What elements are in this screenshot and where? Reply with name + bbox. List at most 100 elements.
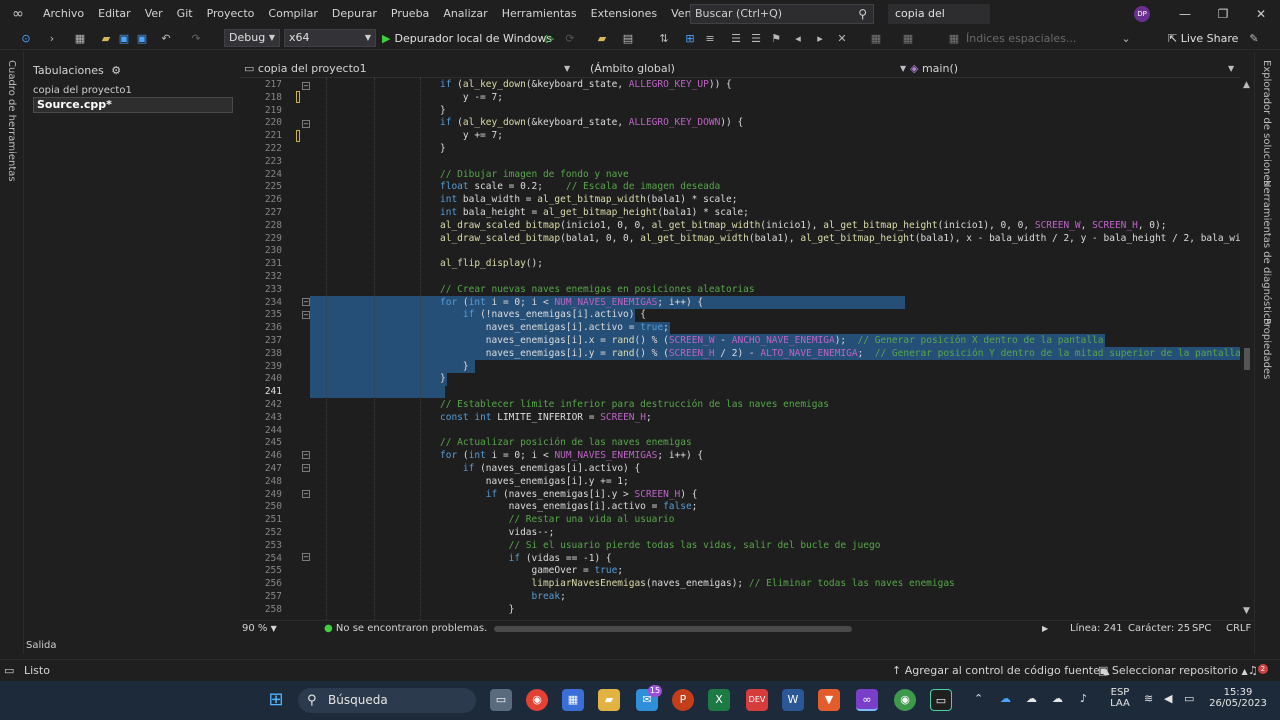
output-panel-tab[interactable]: Salida xyxy=(26,640,57,651)
project-dropdown[interactable]: ▭ copia del proyecto1 ▼ xyxy=(244,60,574,78)
menu-item[interactable]: Archivo xyxy=(36,0,91,28)
clear-bookmarks-icon[interactable]: ✕ xyxy=(834,31,850,47)
previous-bookmark-icon[interactable]: ◂ xyxy=(790,31,806,47)
code-line[interactable]: y -= 7; xyxy=(440,92,503,105)
code-line[interactable]: naves_enemigas[i].y = rand() % (SCREEN_H… xyxy=(440,348,1240,361)
windows-start-icon[interactable]: ⊞ xyxy=(265,689,287,711)
volume-icon[interactable]: ◀ xyxy=(1164,692,1172,705)
code-line[interactable]: } xyxy=(440,604,515,617)
menu-item[interactable]: Analizar xyxy=(436,0,494,28)
toolbox-tab[interactable]: Cuadro de herramientas xyxy=(6,60,17,182)
code-line[interactable]: naves_enemigas[i].x = rand() % (SCREEN_W… xyxy=(440,335,1104,348)
code-line[interactable]: } xyxy=(440,105,446,118)
forward-icon[interactable]: › xyxy=(44,31,60,47)
zoom-select[interactable]: 90 % ▼ xyxy=(242,621,277,637)
start-without-debugging-icon[interactable]: ▷ xyxy=(542,31,558,47)
wifi-icon[interactable]: ≋ xyxy=(1144,692,1153,705)
line-indicator[interactable]: Línea: 241 xyxy=(1070,621,1123,637)
code-line[interactable]: break; xyxy=(440,591,566,604)
comment-icon[interactable]: ≡ xyxy=(702,31,718,47)
configuration-select[interactable]: Debug ▼ xyxy=(224,29,280,47)
code-line[interactable]: if (naves_enemigas[i].activo) { xyxy=(440,463,640,476)
code-line[interactable]: if (!naves_enemigas[i].activo) { xyxy=(440,309,646,322)
word-icon[interactable]: W xyxy=(782,689,804,711)
chrome-profile-icon[interactable]: ◉ xyxy=(894,689,916,711)
code-line[interactable]: if (al_key_down(&keyboard_state, ALLEGRO… xyxy=(440,79,732,92)
fold-icon[interactable]: − xyxy=(302,451,310,459)
restore-icon[interactable]: ❐ xyxy=(1204,0,1242,28)
undo-icon[interactable]: ↶ xyxy=(158,31,174,47)
terminal-icon[interactable]: ▭ xyxy=(930,689,952,711)
devc-icon[interactable]: DEV xyxy=(746,689,768,711)
function-dropdown[interactable]: ◈ main() ▼ xyxy=(910,60,1238,78)
clock[interactable]: 15:39 26/05/2023 xyxy=(1208,687,1268,709)
fold-icon[interactable]: − xyxy=(302,553,310,561)
code-line[interactable]: // Actualizar posición de las naves enem… xyxy=(440,437,692,450)
menu-item[interactable]: Ver xyxy=(138,0,170,28)
profiler-icon[interactable]: ▦ xyxy=(900,31,916,47)
scrollbar-thumb[interactable] xyxy=(1244,348,1250,370)
code-line[interactable]: int bala_width = al_get_bitmap_width(bal… xyxy=(440,194,737,207)
microphone-icon[interactable]: ♪ xyxy=(1080,692,1087,705)
menu-item[interactable]: Proyecto xyxy=(200,0,262,28)
menu-item[interactable]: Compilar xyxy=(261,0,324,28)
outdent-icon[interactable]: ☰ xyxy=(748,31,764,47)
vertical-scrollbar[interactable]: ▲ ▼ xyxy=(1240,78,1254,620)
visual-studio-taskbar-icon[interactable]: ∞ xyxy=(856,689,878,711)
scroll-down-icon[interactable]: ▼ xyxy=(1243,606,1250,616)
save-all-icon[interactable]: ▣ xyxy=(134,31,150,47)
code-line[interactable]: } xyxy=(440,373,446,386)
horizontal-scrollbar[interactable] xyxy=(494,626,852,632)
back-icon[interactable]: ⊙ xyxy=(18,31,34,47)
properties-tab[interactable]: Propiedades xyxy=(1261,318,1272,379)
code-line[interactable]: gameOver = true; xyxy=(440,565,624,578)
fold-icon[interactable]: − xyxy=(302,490,310,498)
code-line[interactable]: al_draw_scaled_bitmap(bala1, 0, 0, al_ge… xyxy=(440,233,1240,246)
avatar[interactable]: DP xyxy=(1134,6,1150,22)
powerpoint-icon[interactable]: P xyxy=(672,689,694,711)
menu-item[interactable]: Depurar xyxy=(325,0,384,28)
cloud-sync-icon[interactable]: ☁ xyxy=(1052,692,1063,705)
code-line[interactable]: al_flip_display(); xyxy=(440,258,543,271)
code-line[interactable]: naves_enemigas[i].activo = false; xyxy=(440,501,698,514)
spatial-index-icon[interactable]: ▦ xyxy=(946,31,962,47)
notifications-button[interactable]: ♫ 2 xyxy=(1248,660,1268,682)
code-line[interactable]: for (int i = 0; i < NUM_NAVES_ENEMIGAS; … xyxy=(440,450,703,463)
code-line[interactable]: // Restar una vida al usuario xyxy=(440,514,675,527)
code-line[interactable]: // Crear nuevas naves enemigas en posici… xyxy=(440,284,755,297)
diagnostics-icon[interactable]: ▦ xyxy=(868,31,884,47)
excel-icon[interactable]: X xyxy=(708,689,730,711)
code-line[interactable]: // Dibujar imagen de fondo y nave xyxy=(440,169,629,182)
close-icon[interactable]: ✕ xyxy=(1242,0,1280,28)
store-icon[interactable]: ▦ xyxy=(562,689,584,711)
scroll-right-icon[interactable]: ▶ xyxy=(1042,621,1048,637)
brave-icon[interactable]: ▼ xyxy=(818,689,840,711)
minimize-icon[interactable]: — xyxy=(1166,0,1204,28)
scope-dropdown[interactable]: (Ámbito global) ▼ xyxy=(590,60,910,78)
eol-indicator[interactable]: CRLF xyxy=(1226,621,1251,637)
fold-icon[interactable]: − xyxy=(302,464,310,472)
file-explorer-icon[interactable]: ▰ xyxy=(598,689,620,711)
search-input[interactable]: Buscar (Ctrl+Q) ⚲ xyxy=(690,4,874,24)
format-icon[interactable]: ⊞ xyxy=(682,31,698,47)
fold-icon[interactable]: − xyxy=(302,82,310,90)
taskbar-search[interactable]: ⚲ Búsqueda xyxy=(298,688,476,713)
code-line[interactable]: } xyxy=(440,143,446,156)
menu-item[interactable]: Herramientas xyxy=(495,0,584,28)
chrome-icon[interactable]: ◉ xyxy=(526,689,548,711)
save-icon[interactable]: ▣ xyxy=(116,31,132,47)
project-name-badge[interactable]: copia del proyecto1 xyxy=(888,4,990,40)
next-bookmark-icon[interactable]: ▸ xyxy=(812,31,828,47)
language-indicator[interactable]: ESP LAA xyxy=(1108,687,1132,709)
cloud-icon[interactable]: ☁ xyxy=(1026,692,1037,705)
layout-icon[interactable]: ▤ xyxy=(620,31,636,47)
redo-icon[interactable]: ↷ xyxy=(188,31,204,47)
add-source-control-button[interactable]: ↑ Agregar al control de código fuente ▲ xyxy=(892,660,1110,682)
code-line[interactable]: limpiarNavesEnemigas(naves_enemigas); //… xyxy=(440,578,955,591)
tab-source-cpp[interactable]: Source.cpp* xyxy=(33,97,233,113)
fold-icon[interactable]: − xyxy=(302,311,310,319)
onedrive-icon[interactable]: ☁ xyxy=(1000,692,1011,705)
code-line[interactable]: // Establecer límite inferior para destr… xyxy=(440,399,829,412)
code-line[interactable]: if (naves_enemigas[i].y > SCREEN_H) { xyxy=(440,489,698,502)
live-share-button[interactable]: ⇱ Live Share xyxy=(1168,29,1238,49)
